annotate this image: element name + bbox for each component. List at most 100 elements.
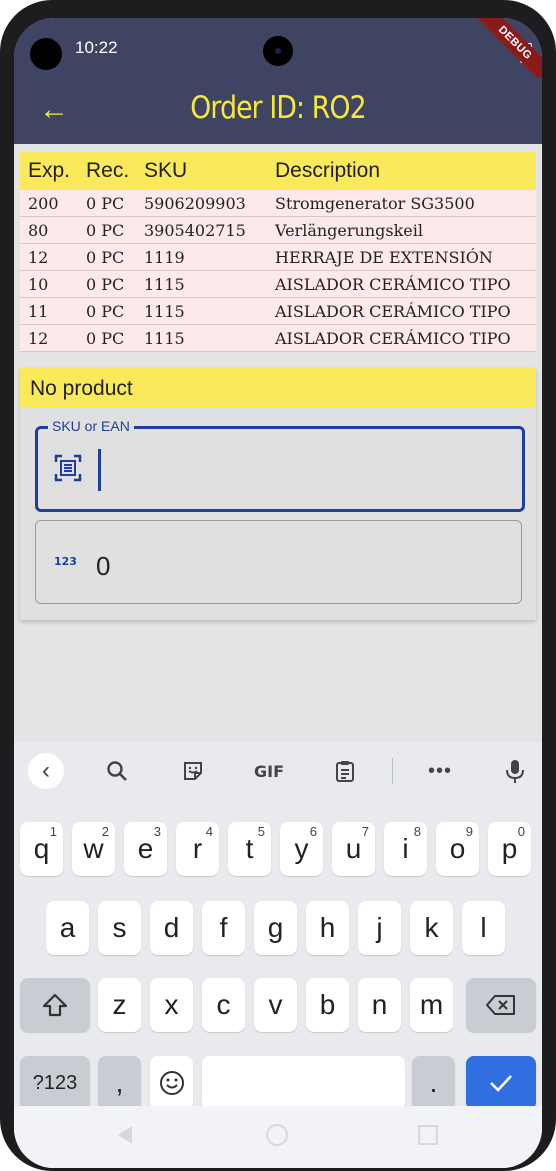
key-m[interactable]: m	[410, 978, 453, 1032]
microphone-icon[interactable]	[496, 754, 534, 788]
key-d[interactable]: d	[150, 901, 193, 955]
more-options-icon[interactable]: •••	[421, 754, 459, 788]
screen: 10:22 DEBUG ← Order ID: RO2 Exp. Rec. SK…	[14, 18, 542, 1168]
key-a[interactable]: a	[46, 901, 89, 955]
key-hint: 0	[517, 824, 525, 839]
system-nav-bar	[14, 1106, 542, 1168]
nav-back-icon[interactable]	[118, 1126, 132, 1144]
key-char: w	[83, 833, 104, 864]
symbols-key[interactable]: ?123	[20, 1056, 90, 1110]
backspace-key[interactable]	[466, 978, 536, 1032]
header-rec: Rec.	[86, 159, 130, 182]
key-hint: 9	[465, 824, 473, 839]
cell-description: AISLADOR CERÁMICO TIPO	[275, 274, 511, 294]
nav-recents-icon[interactable]	[418, 1125, 438, 1145]
key-w[interactable]: w2	[72, 822, 115, 876]
sticker-icon[interactable]	[174, 754, 212, 788]
shift-key[interactable]	[20, 978, 90, 1032]
quantity-value: 0	[96, 551, 111, 581]
key-z[interactable]: z	[98, 978, 141, 1032]
key-char: t	[245, 833, 254, 864]
key-o[interactable]: o9	[436, 822, 479, 876]
table-row[interactable]: 200 0 PC 5906209903 Stromgenerator SG350…	[20, 190, 536, 217]
emoji-icon	[159, 1071, 184, 1095]
barcode-scan-icon[interactable]	[54, 454, 82, 482]
key-char: n	[371, 989, 388, 1020]
key-q[interactable]: q1	[20, 822, 63, 876]
key-c[interactable]: c	[202, 978, 245, 1032]
chevron-left-icon[interactable]: ‹	[28, 753, 64, 789]
key-char: r	[192, 833, 203, 864]
key-r[interactable]: r4	[176, 822, 219, 876]
cell-exp: 11	[28, 301, 49, 321]
numeric-icon: 123	[54, 555, 77, 568]
key-g[interactable]: g	[254, 901, 297, 955]
key-char: b	[319, 989, 336, 1020]
table-row[interactable]: 10 0 PC 1115 AISLADOR CERÁMICO TIPO	[20, 271, 536, 298]
cell-exp: 12	[28, 247, 49, 267]
key-n[interactable]: n	[358, 978, 401, 1032]
cell-rec: 0 PC	[86, 328, 125, 348]
app-bar: ← Order ID: RO2	[14, 78, 542, 144]
order-table: Exp. Rec. SKU Description 200 0 PC 59062…	[20, 152, 536, 352]
table-row[interactable]: 11 0 PC 1115 AISLADOR CERÁMICO TIPO	[20, 298, 536, 325]
key-char: x	[164, 989, 179, 1020]
key-k[interactable]: k	[410, 901, 453, 955]
key-u[interactable]: u7	[332, 822, 375, 876]
key-l[interactable]: l	[462, 901, 505, 955]
header-sku: SKU	[144, 159, 188, 182]
cell-rec: 0 PC	[86, 274, 125, 294]
cell-sku: 3905402715	[144, 220, 246, 240]
key-char: z	[112, 989, 127, 1020]
key-char: k	[424, 912, 439, 943]
table-row[interactable]: 12 0 PC 1115 AISLADOR CERÁMICO TIPO	[20, 325, 536, 352]
table-row[interactable]: 12 0 PC 1119 HERRAJE DE EXTENSIÓN	[20, 244, 536, 271]
key-char: o	[449, 833, 466, 864]
search-icon[interactable]	[98, 754, 136, 788]
sku-ean-input[interactable]: SKU or EAN	[35, 418, 525, 512]
key-char: p	[501, 833, 518, 864]
emoji-key[interactable]	[150, 1056, 193, 1110]
space-key[interactable]	[202, 1056, 405, 1110]
clipboard-icon[interactable]	[326, 754, 364, 788]
key-hint: 8	[413, 824, 421, 839]
key-b[interactable]: b	[306, 978, 349, 1032]
key-y[interactable]: y6	[280, 822, 323, 876]
comma-key[interactable]: ,	[98, 1056, 141, 1110]
key-char: l	[480, 912, 487, 943]
key-j[interactable]: j	[358, 901, 401, 955]
check-icon	[490, 1075, 512, 1092]
key-f[interactable]: f	[202, 901, 245, 955]
key-e[interactable]: e3	[124, 822, 167, 876]
key-char: f	[219, 912, 228, 943]
nav-home-icon[interactable]	[266, 1124, 288, 1146]
phone-frame: 10:22 DEBUG ← Order ID: RO2 Exp. Rec. SK…	[0, 0, 556, 1171]
key-p[interactable]: p0	[488, 822, 531, 876]
table-header: Exp. Rec. SKU Description	[20, 152, 536, 190]
key-i[interactable]: i8	[384, 822, 427, 876]
table-row[interactable]: 80 0 PC 3905402715 Verlängerungskeil	[20, 217, 536, 244]
key-t[interactable]: t5	[228, 822, 271, 876]
status-bar: 10:22 DEBUG	[14, 18, 542, 89]
cell-rec: 0 PC	[86, 301, 125, 321]
key-v[interactable]: v	[254, 978, 297, 1032]
backspace-icon	[486, 995, 515, 1015]
key-hint: 5	[257, 824, 265, 839]
cell-rec: 0 PC	[86, 247, 125, 267]
key-s[interactable]: s	[98, 901, 141, 955]
key-char: i	[402, 833, 409, 864]
gif-button[interactable]: GIF	[250, 754, 288, 788]
cell-exp: 12	[28, 328, 49, 348]
quantity-input[interactable]: 123 0	[35, 520, 522, 604]
done-key[interactable]	[466, 1056, 536, 1110]
cell-sku: 1115	[144, 301, 185, 321]
key-char: y	[294, 833, 309, 864]
cell-rec: 0 PC	[86, 220, 125, 240]
key-x[interactable]: x	[150, 978, 193, 1032]
period-key[interactable]: .	[412, 1056, 455, 1110]
key-char: m	[419, 989, 444, 1020]
cell-exp: 200	[28, 193, 59, 213]
key-char: u	[345, 833, 362, 864]
key-h[interactable]: h	[306, 901, 349, 955]
page-title: Order ID: RO2	[190, 90, 366, 126]
